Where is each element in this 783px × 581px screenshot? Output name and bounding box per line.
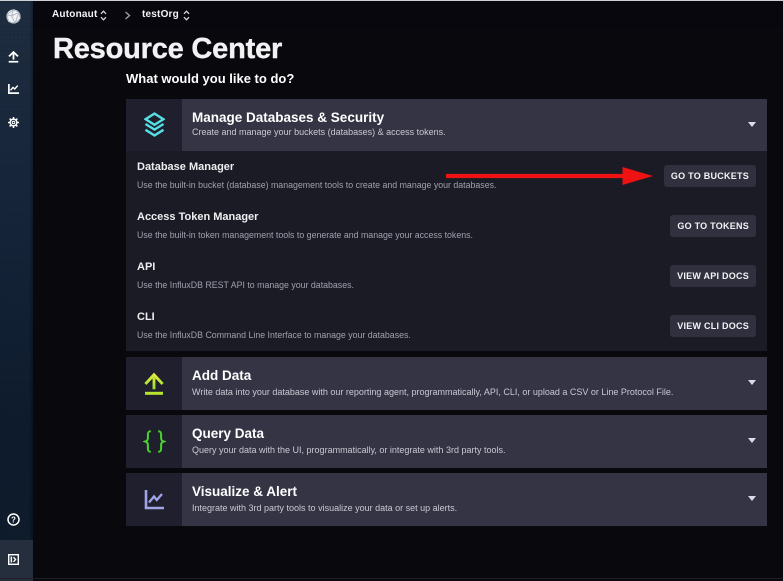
svg-text:?: ?	[11, 515, 16, 524]
